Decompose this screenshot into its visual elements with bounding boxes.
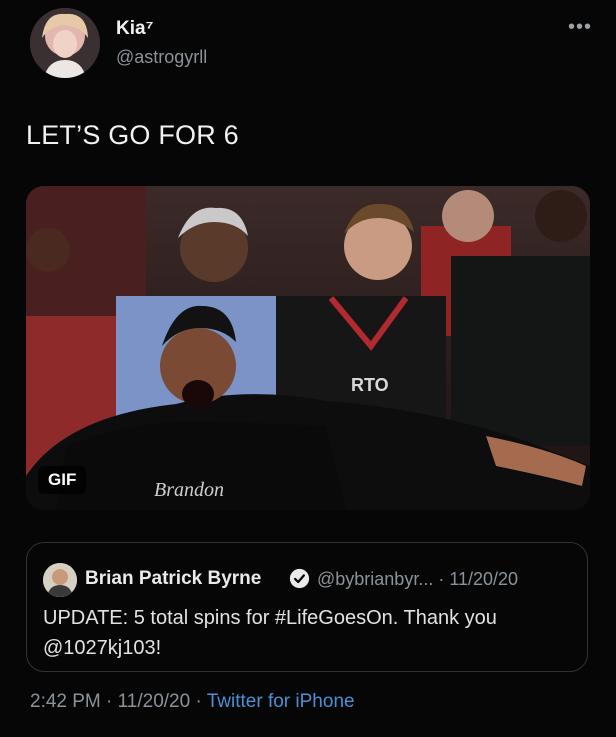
tweet-footer: 2:42 PM · 11/20/20 · Twitter for iPhone <box>30 691 355 713</box>
author-avatar[interactable] <box>30 8 100 78</box>
gif-frame: RTO Brandon <box>26 186 590 510</box>
author-name[interactable]: Kia⁷ <box>116 18 153 40</box>
quoted-tweet-text: UPDATE: 5 total spins for #LifeGoesOn. T… <box>43 607 497 659</box>
quoted-author-avatar <box>43 563 77 597</box>
quoted-avatar-image <box>43 563 77 597</box>
tweet-timestamp[interactable]: 2:42 PM · 11/20/20 · <box>30 691 207 712</box>
jersey-text: RTO <box>351 375 389 395</box>
tweet-media-gif[interactable]: RTO Brandon GIF <box>26 186 590 510</box>
gif-badge: GIF <box>38 466 87 494</box>
quoted-handle-date: @bybrianbyr... · 11/20/20 <box>317 569 519 589</box>
avatar-image <box>30 8 100 78</box>
shirt-script-text: Brandon <box>154 479 224 501</box>
verified-badge-icon <box>289 568 310 589</box>
tweet-source-link[interactable]: Twitter for iPhone <box>207 691 355 712</box>
tweet-text: LET’S GO FOR 6 <box>26 120 239 150</box>
author-handle[interactable]: @astrogyrll <box>116 47 207 68</box>
quoted-author-name: Brian Patrick Byrne <box>85 568 262 589</box>
quoted-tweet[interactable]: Brian Patrick Byrne @bybrianbyr... · 11/… <box>26 542 588 672</box>
more-options-icon[interactable]: ••• <box>568 16 592 39</box>
